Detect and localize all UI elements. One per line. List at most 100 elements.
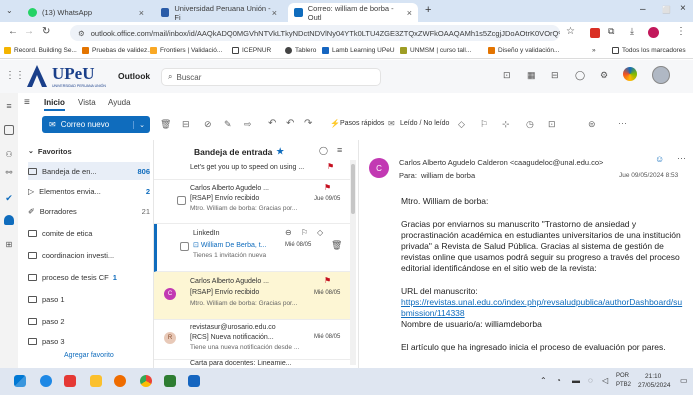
tab-whatsapp[interactable]: (13) WhatsApp × — [22, 3, 150, 22]
flag-icon[interactable]: ⚐ — [301, 228, 308, 237]
forward-mail-icon[interactable]: ↷ — [304, 118, 312, 129]
groups-icon[interactable]: ⚯ — [4, 167, 14, 177]
sweep-icon[interactable]: ✎ — [224, 119, 232, 130]
onedrive-icon[interactable] — [4, 215, 14, 225]
bookmark-item[interactable]: Record. Building Se... — [4, 47, 77, 54]
tag-icon[interactable]: ◇ — [458, 119, 465, 130]
app-icon[interactable] — [64, 375, 76, 387]
bookmark-item[interactable]: Diseño y validación... — [488, 47, 559, 54]
favorite-star-icon[interactable]: ★ — [276, 146, 284, 157]
select-checkbox[interactable] — [177, 196, 186, 205]
tab-outlook[interactable]: Correo: william de borba - Outl × — [288, 3, 418, 22]
add-favorite-link[interactable]: Agregar favorito — [64, 352, 114, 359]
address-bar[interactable]: ⚙ outlook.office.com/mail/inbox/id/AAQkA… — [70, 25, 560, 41]
snooze-icon[interactable]: ◷ — [526, 119, 534, 130]
battery-icon[interactable]: ▬ — [572, 376, 580, 385]
hamburger-icon[interactable]: ≡ — [4, 101, 14, 111]
volume-icon[interactable]: ◁ — [602, 376, 608, 385]
file-explorer-icon[interactable] — [90, 375, 102, 387]
excel-icon[interactable] — [164, 375, 176, 387]
download-icon[interactable]: ⤓ — [630, 26, 634, 37]
profile-avatar[interactable] — [648, 27, 659, 38]
search-box[interactable]: ⌕ Buscar — [162, 69, 380, 85]
browser-menu-icon[interactable]: ⋮ — [676, 26, 686, 37]
chevron-down-icon[interactable]: ⌄ — [133, 120, 150, 129]
close-icon[interactable]: × — [272, 8, 277, 18]
pin-icon[interactable]: ◇ — [317, 228, 323, 237]
copilot-icon[interactable] — [623, 67, 637, 81]
bookmark-item[interactable]: Todos los marcadores — [612, 47, 686, 54]
list-item[interactable]: Let's get you up to speed on using ... ⚑ — [154, 160, 354, 180]
close-window-button[interactable]: × — [680, 3, 686, 14]
clock-time[interactable]: 21:10 — [645, 373, 661, 380]
folder-inbox[interactable]: Bandeja de en... 806 — [28, 162, 150, 180]
extension-icon[interactable] — [590, 28, 600, 38]
report-icon[interactable]: ⊘ — [204, 119, 212, 130]
input-language[interactable]: POR — [616, 373, 629, 379]
star-icon[interactable]: ☆ — [566, 26, 575, 37]
move-to-icon[interactable]: ⇨ — [244, 119, 252, 130]
translate-icon[interactable]: ⊜ — [588, 119, 596, 130]
app-icon[interactable] — [114, 375, 126, 387]
delete-icon[interactable]: 🗑 — [160, 119, 171, 130]
site-info-icon[interactable]: ⚙ — [78, 29, 85, 38]
tab-upeu[interactable]: Universidad Peruana Unión - Fi × — [155, 3, 283, 22]
pin-icon[interactable]: ⊹ — [502, 119, 510, 130]
folder-paso-3[interactable]: paso 3 — [28, 332, 150, 350]
notes-icon[interactable]: ⊟ — [551, 70, 559, 81]
more-options-icon[interactable]: ··· — [618, 118, 627, 128]
calendar-icon[interactable]: ▦ — [527, 70, 536, 81]
bookmark-item[interactable]: ICEPNUR — [232, 47, 271, 54]
delete-icon[interactable]: ⊖ — [285, 228, 292, 237]
folder-paso-1[interactable]: paso 1 — [28, 290, 150, 308]
windows-start-icon[interactable] — [14, 375, 26, 387]
list-item[interactable]: R revistasur@urosario.edu.co [RCS] Nueva… — [154, 320, 354, 360]
new-mail-button[interactable]: ✉ Correo nuevo ⌄ — [42, 116, 150, 133]
folder-paso-2[interactable]: paso 2 — [28, 312, 150, 330]
user-avatar[interactable] — [652, 66, 670, 84]
tab-list-icon[interactable]: ⌄ — [6, 6, 13, 15]
list-item[interactable]: LinkedIn ⊡ William De Berba, t... Tienes… — [154, 224, 354, 272]
bookmarks-overflow[interactable]: » — [592, 47, 596, 54]
select-checkbox[interactable] — [180, 242, 189, 251]
collapse-pane-icon[interactable]: ≡ — [24, 97, 30, 108]
extensions-puzzle-icon[interactable]: ⧉ — [608, 26, 614, 37]
bookmark-item[interactable]: Tablero — [285, 47, 316, 54]
new-tab-button[interactable]: + — [425, 4, 431, 16]
quick-steps-button[interactable]: Pasos rápidos — [340, 120, 384, 127]
network-icon[interactable]: ◔ — [556, 376, 561, 385]
todo-icon[interactable]: ✔ — [4, 193, 14, 203]
sender-avatar[interactable]: C — [369, 158, 389, 178]
flag-icon[interactable]: ⚐ — [480, 119, 488, 130]
archive-icon[interactable]: ⊟ — [182, 119, 190, 130]
flag-icon[interactable]: ⚑ — [327, 162, 334, 171]
keyboard-layout[interactable]: PTB2 — [616, 382, 631, 388]
bookmark-item[interactable]: Frontiers | Validació... — [150, 47, 222, 54]
sender-address[interactable]: Carlos Alberto Agudelo Calderon <caagude… — [399, 158, 603, 167]
maximize-button[interactable]: ⬜ — [662, 6, 671, 14]
forward-icon[interactable]: → — [24, 26, 34, 37]
minimize-button[interactable]: – — [640, 4, 646, 15]
people-icon[interactable]: ⚇ — [4, 149, 14, 159]
reload-icon[interactable]: ↻ — [42, 26, 50, 37]
bookmark-item[interactable]: Pruebas de validez... — [82, 47, 153, 54]
teams-icon[interactable]: ⊡ — [503, 70, 511, 81]
bookmark-item[interactable]: Lamb Learning UPeU — [322, 47, 395, 54]
app-launcher-icon[interactable]: ⋮⋮ — [5, 70, 25, 81]
scrollbar-thumb[interactable] — [351, 164, 355, 214]
filter-icon[interactable]: ≡ — [337, 145, 342, 155]
trash-icon[interactable]: 🗑 — [331, 240, 342, 251]
settings-icon[interactable]: ⚙ — [600, 70, 608, 81]
word-icon[interactable] — [188, 375, 200, 387]
search-input[interactable]: Buscar — [176, 73, 201, 82]
bookmark-item[interactable]: UNMSM | curso tall... — [400, 47, 471, 54]
favorites-header[interactable]: ⌄ Favoritos — [28, 142, 150, 160]
apps-icon[interactable]: ⊞ — [4, 239, 14, 249]
folder-sent[interactable]: ▷ Elementos envia... 2 — [28, 182, 150, 200]
reply-all-icon[interactable]: ↶ — [286, 118, 294, 129]
recipient-name[interactable]: william de borba — [421, 171, 475, 180]
close-icon[interactable]: × — [139, 8, 144, 18]
folder-comite[interactable]: comite de etica — [28, 224, 150, 242]
reply-icon[interactable]: ↶ — [268, 118, 276, 129]
manuscript-link[interactable]: https://revistas.unal.edu.co/index.php/r… — [401, 297, 685, 319]
